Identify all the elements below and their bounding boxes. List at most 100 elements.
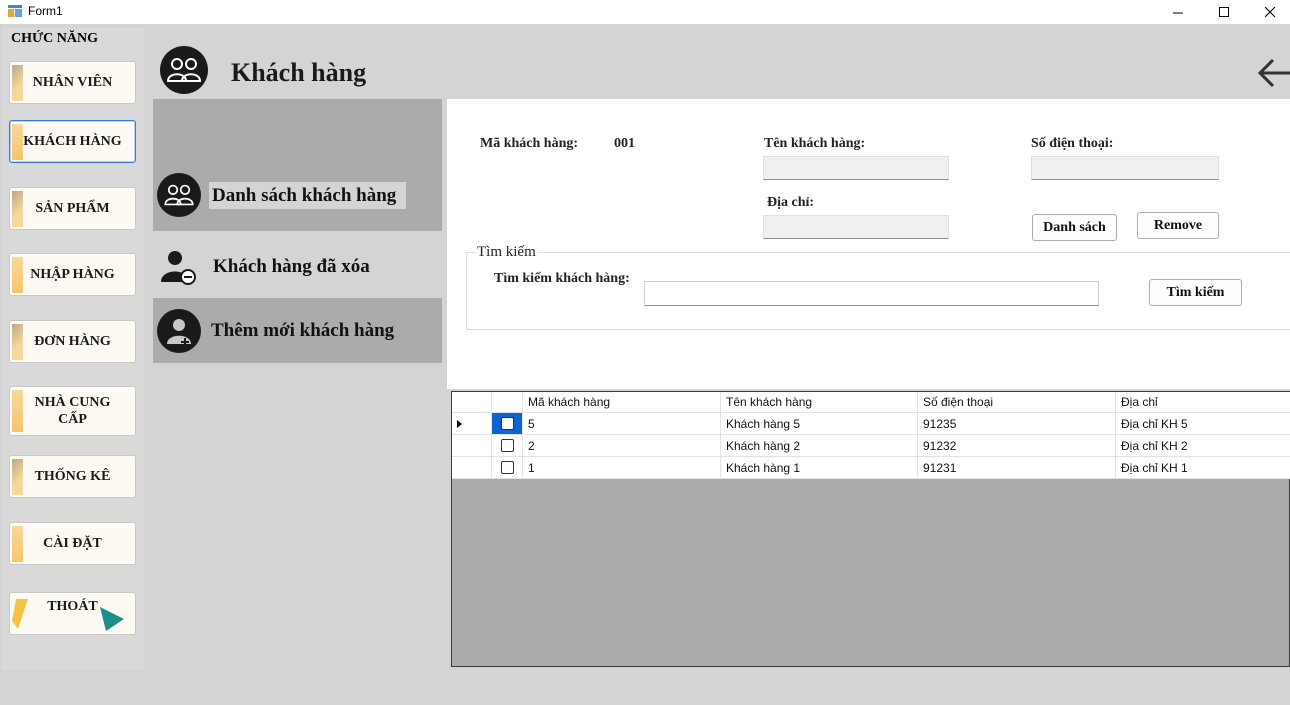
column-header-ma[interactable]: Mã khách hàng bbox=[523, 392, 721, 413]
sidebar-item-nhap-hang[interactable]: NHẬP HÀNG bbox=[9, 253, 136, 296]
sidebar-item-label: KHÁCH HÀNG bbox=[23, 134, 122, 149]
search-group-title: Tìm kiếm bbox=[475, 244, 538, 261]
users-icon bbox=[157, 173, 201, 217]
cell-ten[interactable]: Khách hàng 2 bbox=[721, 435, 918, 457]
so-dien-thoai-field[interactable] bbox=[1031, 156, 1219, 180]
app-icon bbox=[8, 5, 22, 17]
cell-dia-chi[interactable]: Địa chỉ KH 1 bbox=[1116, 457, 1290, 479]
user-minus-icon bbox=[161, 251, 196, 285]
danh-sach-button[interactable]: Danh sách bbox=[1032, 214, 1117, 241]
row-selector[interactable] bbox=[452, 457, 492, 479]
cell-ma[interactable]: 2 bbox=[523, 435, 721, 457]
row-selector[interactable] bbox=[452, 435, 492, 457]
sidebar-item-label: ĐƠN HÀNG bbox=[34, 334, 111, 349]
submenu-item-da-xoa[interactable]: Khách hàng đã xóa bbox=[153, 243, 442, 291]
page-title: Khách hàng bbox=[231, 58, 367, 87]
ten-khach-hang-field[interactable] bbox=[763, 156, 949, 180]
cell-sdt[interactable]: 91235 bbox=[918, 413, 1116, 435]
grid-header: Mã khách hàng Tên khách hàng Số điện tho… bbox=[452, 392, 1290, 413]
sidebar-item-label: THỐNG KÊ bbox=[34, 469, 111, 484]
row-checkbox-cell[interactable] bbox=[492, 413, 523, 435]
sidebar-item-thoat[interactable]: THOÁT bbox=[9, 592, 136, 635]
cell-ten[interactable]: Khách hàng 5 bbox=[721, 413, 918, 435]
table-row[interactable]: 1 Khách hàng 1 91231 Địa chỉ KH 1 bbox=[452, 457, 1290, 479]
cell-sdt[interactable]: 91232 bbox=[918, 435, 1116, 457]
nav-accent bbox=[12, 324, 23, 360]
sidebar-item-cai-dat[interactable]: CÀI ĐẶT bbox=[9, 522, 136, 565]
row-checkbox[interactable] bbox=[500, 417, 514, 430]
cell-sdt[interactable]: 91231 bbox=[918, 457, 1116, 479]
column-header-ten[interactable]: Tên khách hàng bbox=[721, 392, 918, 413]
table-row[interactable]: 2 Khách hàng 2 91232 Địa chỉ KH 2 bbox=[452, 435, 1290, 457]
ma-khach-hang-value: 001 bbox=[614, 136, 635, 151]
customer-form-panel: Mã khách hàng: 001 Tên khách hàng: Số đi… bbox=[447, 99, 1290, 389]
submenu-label: Thêm mới khách hàng bbox=[211, 319, 395, 341]
submenu-label-bg: Danh sách khách hàng bbox=[209, 182, 407, 209]
sidebar-item-san-pham[interactable]: SẢN PHẨM bbox=[9, 187, 136, 230]
search-label: Tìm kiếm khách hàng: bbox=[494, 271, 630, 286]
search-button[interactable]: Tìm kiếm bbox=[1149, 279, 1242, 306]
arrow-left-icon[interactable] bbox=[1257, 58, 1290, 88]
cell-dia-chi[interactable]: Địa chỉ KH 5 bbox=[1116, 413, 1290, 435]
user-add-icon bbox=[157, 308, 201, 353]
column-header-dia-chi[interactable]: Địa chỉ bbox=[1116, 392, 1290, 413]
maximize-icon bbox=[1218, 6, 1229, 17]
sidebar-item-nha-cung-cap[interactable]: NHÀ CUNG CẤP bbox=[9, 386, 136, 436]
nav-accent bbox=[12, 459, 23, 495]
submenu-label: Danh sách khách hàng bbox=[212, 184, 397, 206]
sidebar-item-don-hang[interactable]: ĐƠN HÀNG bbox=[9, 320, 136, 363]
remove-button[interactable]: Remove bbox=[1137, 212, 1219, 239]
sidebar-title: CHỨC NĂNG bbox=[11, 31, 98, 46]
row-checkbox-cell[interactable] bbox=[492, 457, 523, 479]
dia-chi-field[interactable] bbox=[763, 215, 949, 239]
sidebar-item-nhan-vien[interactable]: NHÂN VIÊN bbox=[9, 61, 136, 104]
row-checkbox[interactable] bbox=[500, 461, 514, 474]
nav-accent bbox=[12, 526, 23, 562]
sidebar-item-label: NHÂN VIÊN bbox=[32, 75, 113, 90]
minimize-button[interactable] bbox=[1155, 0, 1201, 24]
window-title: Form1 bbox=[28, 4, 63, 18]
so-dien-thoai-label: Số điện thoại: bbox=[1031, 136, 1114, 151]
cell-ten[interactable]: Khách hàng 1 bbox=[721, 457, 918, 479]
maximize-button[interactable] bbox=[1201, 0, 1247, 24]
sidebar-item-label: NHÀ CUNG CẤP bbox=[34, 395, 111, 427]
minimize-icon bbox=[1172, 12, 1183, 13]
sidebar-item-label: NHẬP HÀNG bbox=[30, 267, 115, 282]
users-icon bbox=[160, 46, 208, 94]
sidebar-item-label: THOÁT bbox=[47, 599, 98, 614]
dia-chi-label: Địa chỉ: bbox=[767, 195, 815, 210]
search-groupbox: Tìm kiếm Tìm kiếm khách hàng: Tìm kiếm bbox=[466, 244, 1290, 330]
search-input[interactable] bbox=[644, 281, 1099, 306]
submenu-item-them-moi[interactable]: Thêm mới khách hàng bbox=[153, 298, 442, 363]
close-icon bbox=[1264, 6, 1275, 17]
current-row-icon bbox=[457, 419, 462, 428]
submenu-label: Khách hàng đã xóa bbox=[213, 256, 370, 277]
ten-khach-hang-label: Tên khách hàng: bbox=[764, 136, 866, 151]
exit-arrow-icon bbox=[100, 607, 124, 631]
grid-header-checkbox bbox=[492, 392, 523, 413]
sidebar-item-khach-hang[interactable]: KHÁCH HÀNG bbox=[9, 120, 136, 163]
title-bar: Form1 bbox=[0, 0, 1290, 24]
table-row[interactable]: 5 Khách hàng 5 91235 Địa chỉ KH 5 bbox=[452, 413, 1290, 435]
cell-ma[interactable]: 5 bbox=[523, 413, 721, 435]
submenu-item-danh-sach[interactable]: Danh sách khách hàng bbox=[153, 99, 442, 231]
exit-door-icon bbox=[12, 599, 28, 629]
nav-accent bbox=[12, 257, 23, 293]
column-header-sdt[interactable]: Số điện thoại bbox=[918, 392, 1116, 413]
nav-accent bbox=[12, 191, 23, 227]
nav-accent bbox=[12, 65, 23, 101]
ma-khach-hang-label: Mã khách hàng: bbox=[480, 136, 579, 151]
cell-ma[interactable]: 1 bbox=[523, 457, 721, 479]
customer-grid[interactable]: Mã khách hàng Tên khách hàng Số điện tho… bbox=[451, 391, 1290, 667]
nav-accent bbox=[12, 390, 23, 432]
close-button[interactable] bbox=[1247, 0, 1290, 24]
sidebar-item-label: CÀI ĐẶT bbox=[43, 536, 102, 551]
sidebar-item-thong-ke[interactable]: THỐNG KÊ bbox=[9, 455, 136, 498]
row-checkbox[interactable] bbox=[500, 439, 514, 452]
cell-dia-chi[interactable]: Địa chỉ KH 2 bbox=[1116, 435, 1290, 457]
sidebar-item-label: SẢN PHẨM bbox=[35, 201, 110, 216]
grid-header-selector bbox=[452, 392, 492, 413]
row-checkbox-cell[interactable] bbox=[492, 435, 523, 457]
row-selector[interactable] bbox=[452, 413, 492, 435]
nav-accent bbox=[12, 124, 23, 160]
